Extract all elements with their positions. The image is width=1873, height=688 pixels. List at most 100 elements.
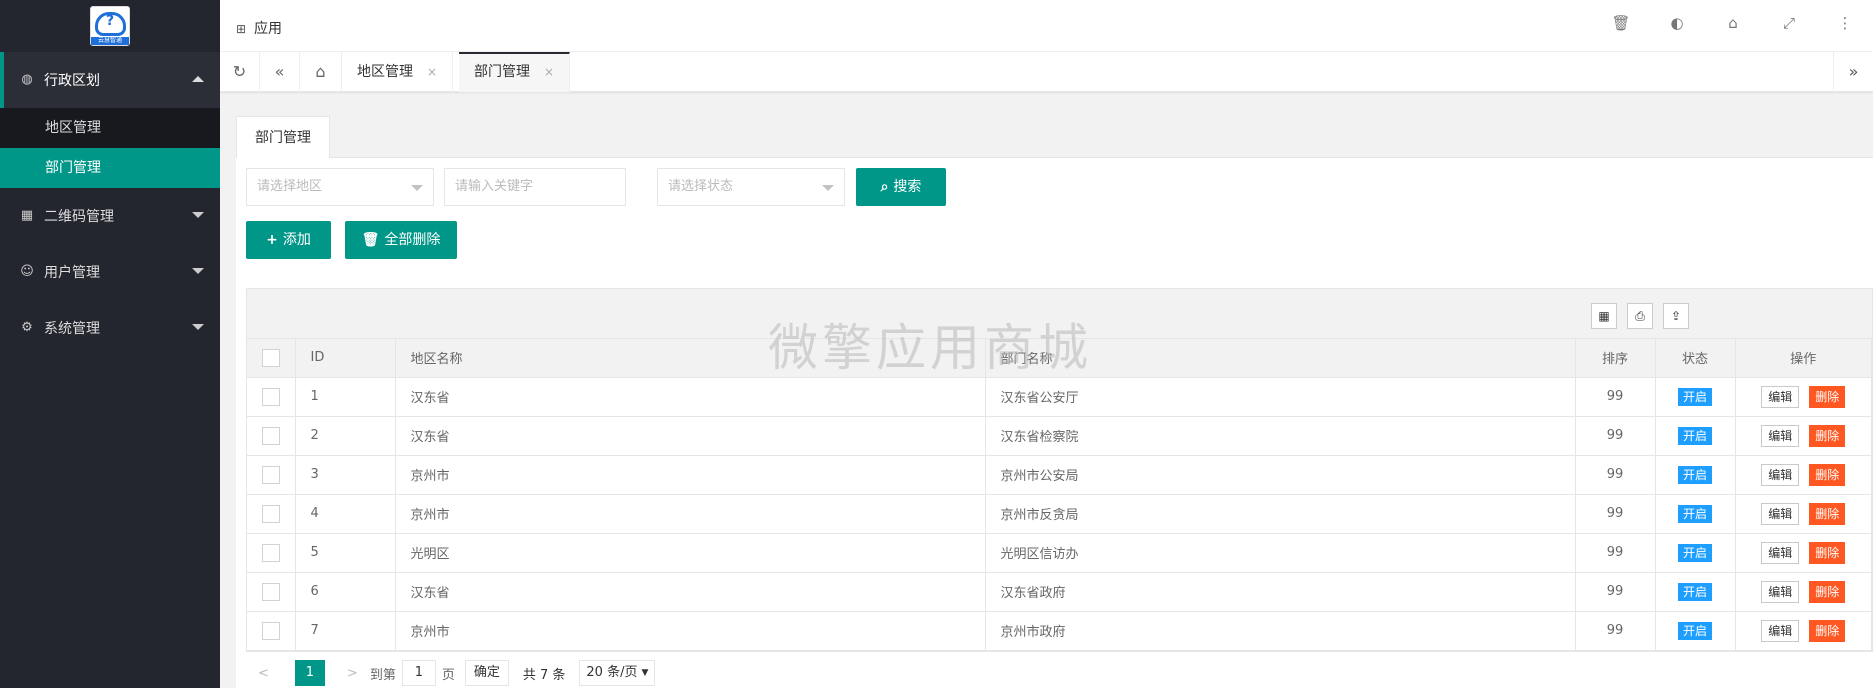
- edit-button[interactable]: 编辑: [1761, 502, 1800, 525]
- delete-all-button[interactable]: 🗑 全部删除: [345, 221, 457, 259]
- select-all-cell: [247, 339, 296, 378]
- row-checkbox[interactable]: [261, 582, 280, 601]
- scroll-right-icon[interactable]: »: [1833, 52, 1873, 92]
- delete-button[interactable]: 删除: [1809, 463, 1846, 486]
- status-badge[interactable]: 开启: [1677, 543, 1712, 562]
- cell-status: 开启: [1655, 377, 1736, 417]
- prev-page-icon[interactable]: <: [258, 666, 269, 681]
- sidebar: ? 云慧智通 ◍ 行政区划 地区管理 部门管理 ▦ 二维码管理 ☺ 用户管理 ⚙…: [0, 0, 220, 688]
- print-icon[interactable]: ⎙: [1627, 303, 1653, 329]
- sidebar-group-qrcode[interactable]: ▦ 二维码管理: [0, 188, 220, 244]
- cell-id: 7: [295, 611, 396, 651]
- col-sort[interactable]: 排序: [1575, 339, 1656, 378]
- cell-sort: 99: [1575, 455, 1656, 495]
- table-row: 2 汉东省 汉东省检察院 99 开启 编辑 删除: [247, 416, 1872, 456]
- keyword-input[interactable]: 请输入关键字: [444, 168, 626, 206]
- delete-all-button-label: 全部删除: [384, 232, 441, 248]
- status-badge[interactable]: 开启: [1677, 582, 1712, 601]
- sidebar-group-region[interactable]: ◍ 行政区划: [0, 52, 220, 108]
- export-icon[interactable]: ⇪: [1663, 303, 1689, 329]
- sidebar-item-dept-manage[interactable]: 部门管理: [0, 148, 220, 188]
- status-select[interactable]: 请选择状态: [657, 168, 845, 206]
- col-region[interactable]: 地区名称: [395, 339, 986, 378]
- table-body: ID 地区名称 部门名称 排序 状态 操作 1 汉东省 汉东省公安厅 99 开启 编辑 删除…: [247, 339, 1872, 651]
- palette-icon[interactable]: ◐: [1649, 14, 1705, 32]
- close-icon[interactable]: ×: [544, 65, 554, 79]
- row-checkbox[interactable]: [261, 426, 280, 445]
- trash-icon[interactable]: 🗑: [1593, 14, 1649, 32]
- cell-status: 开启: [1655, 455, 1736, 495]
- refresh-icon[interactable]: ↻: [220, 52, 260, 92]
- row-checkbox[interactable]: [261, 543, 280, 562]
- edit-button[interactable]: 编辑: [1761, 424, 1800, 447]
- cell-sort: 99: [1575, 611, 1656, 651]
- row-checkbox[interactable]: [261, 465, 280, 484]
- search-button[interactable]: ⌕ 搜索: [856, 168, 946, 206]
- row-checkbox[interactable]: [261, 621, 280, 640]
- select-all-checkbox[interactable]: [261, 348, 280, 367]
- scroll-left-icon[interactable]: «: [260, 52, 300, 92]
- next-page-icon[interactable]: >: [347, 666, 358, 681]
- caret-down-icon: ▼: [641, 668, 649, 678]
- delete-button[interactable]: 删除: [1809, 580, 1846, 603]
- tag-icon[interactable]: ⌂: [1705, 14, 1761, 32]
- total-count: 共 7 条: [522, 667, 566, 683]
- cell-region: 汉东省: [395, 416, 986, 456]
- table-row: 7 京州市 京州市政府 99 开启 编辑 删除: [247, 611, 1872, 651]
- sidebar-group-system[interactable]: ⚙ 系统管理: [0, 300, 220, 356]
- cell-dept: 汉东省政府: [985, 572, 1576, 612]
- status-badge[interactable]: 开启: [1677, 465, 1712, 484]
- data-table: ▦ ⎙ ⇪ ID 地区名称 部门名称 排序 状态 操作 1 汉东省 汉东省公安厅 99…: [246, 288, 1873, 652]
- sidebar-item-region-manage[interactable]: 地区管理: [0, 108, 220, 148]
- panel-tab-dept[interactable]: 部门管理: [236, 116, 330, 158]
- app-menu-button[interactable]: ⊞ 应用: [236, 18, 282, 38]
- col-dept[interactable]: 部门名称: [985, 339, 1576, 378]
- region-select[interactable]: 请选择地区: [246, 168, 434, 206]
- page-size-select[interactable]: 20 条/页 ▼: [579, 660, 656, 686]
- delete-button[interactable]: 删除: [1809, 424, 1846, 447]
- table-row: 3 京州市 京州市公安局 99 开启 编辑 删除: [247, 455, 1872, 495]
- confirm-button[interactable]: 确定: [464, 660, 509, 686]
- status-badge[interactable]: 开启: [1677, 426, 1712, 445]
- page-current[interactable]: 1: [294, 660, 325, 686]
- col-id[interactable]: ID: [295, 339, 396, 378]
- edit-button[interactable]: 编辑: [1761, 619, 1800, 642]
- logo[interactable]: ? 云慧智通: [0, 0, 220, 52]
- edit-button[interactable]: 编辑: [1761, 463, 1800, 486]
- tab-dept-manage[interactable]: 部门管理 ×: [459, 52, 571, 92]
- cell-region: 汉东省: [395, 377, 986, 417]
- goto-label: 到第: [369, 667, 396, 683]
- row-select-cell: [247, 416, 296, 456]
- cell-ops: 编辑 删除: [1735, 416, 1872, 456]
- delete-button[interactable]: 删除: [1809, 541, 1846, 564]
- sidebar-group-user[interactable]: ☺ 用户管理: [0, 244, 220, 300]
- cell-dept: 汉东省检察院: [985, 416, 1576, 456]
- chevron-down-icon: [192, 212, 204, 218]
- row-checkbox[interactable]: [261, 387, 280, 406]
- close-icon[interactable]: ×: [427, 65, 437, 79]
- search-icon: ⌕: [880, 179, 889, 195]
- qrcode-icon: ▦: [20, 208, 34, 223]
- fullscreen-icon[interactable]: ⤢: [1761, 14, 1817, 32]
- cell-ops: 编辑 删除: [1735, 611, 1872, 651]
- home-icon[interactable]: ⌂: [300, 52, 342, 92]
- row-checkbox[interactable]: [261, 504, 280, 523]
- delete-button[interactable]: 删除: [1809, 619, 1846, 642]
- edit-button[interactable]: 编辑: [1761, 541, 1800, 564]
- status-badge[interactable]: 开启: [1677, 387, 1712, 406]
- status-badge[interactable]: 开启: [1677, 504, 1712, 523]
- tab-region-manage[interactable]: 地区管理 ×: [342, 52, 454, 92]
- col-status[interactable]: 状态: [1655, 339, 1736, 378]
- add-button[interactable]: + 添加: [246, 221, 331, 259]
- edit-button[interactable]: 编辑: [1761, 385, 1800, 408]
- columns-icon[interactable]: ▦: [1591, 303, 1617, 329]
- delete-button[interactable]: 删除: [1809, 385, 1846, 408]
- edit-button[interactable]: 编辑: [1761, 580, 1800, 603]
- cell-status: 开启: [1655, 533, 1736, 573]
- delete-button[interactable]: 删除: [1809, 502, 1846, 525]
- status-badge[interactable]: 开启: [1677, 621, 1712, 640]
- cell-sort: 99: [1575, 416, 1656, 456]
- more-icon[interactable]: ⋮: [1817, 14, 1873, 32]
- page-jump-input[interactable]: 1: [401, 660, 436, 686]
- tab-label: 部门管理: [474, 64, 530, 80]
